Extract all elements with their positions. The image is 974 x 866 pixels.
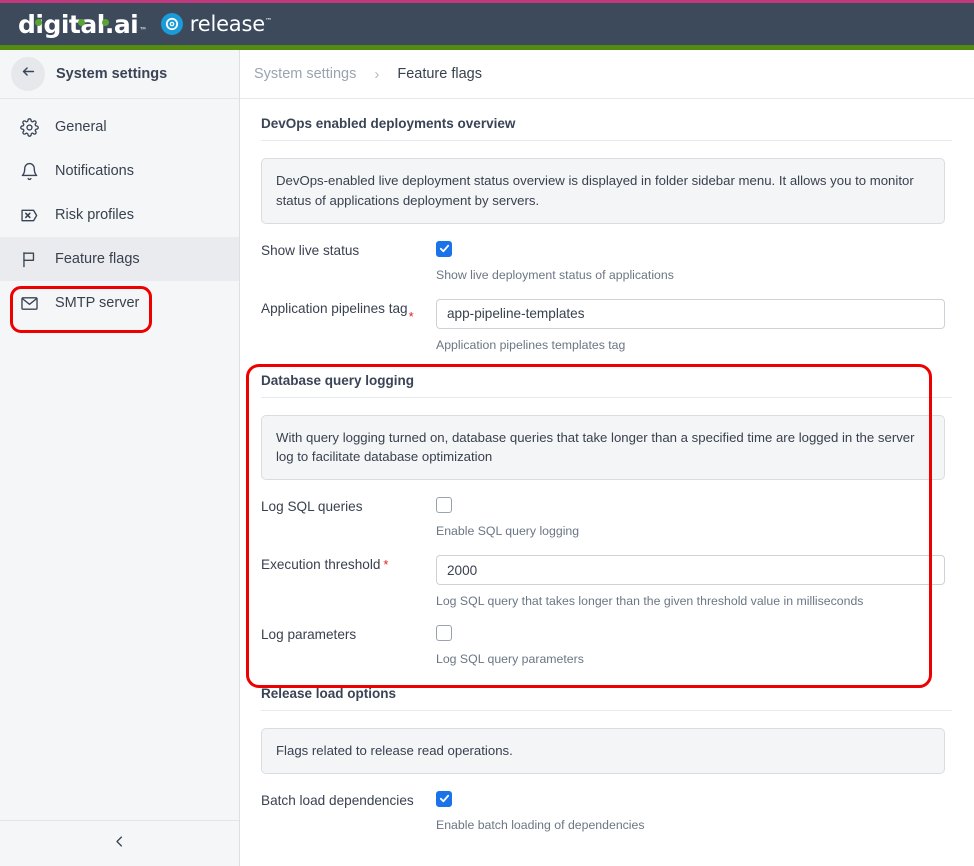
field-hint: Application pipelines templates tag — [436, 337, 626, 352]
field-control: Log SQL query that takes longer than the… — [436, 555, 945, 608]
field-hint: Log SQL query parameters — [436, 652, 584, 667]
sidebar-item-label: General — [55, 119, 107, 135]
field-label: Application pipelines tag* — [261, 299, 436, 352]
digital-ai-logo[interactable]: digital.ai™ — [18, 10, 147, 39]
field-label-text: Application pipelines tag — [261, 300, 408, 316]
required-marker: * — [408, 308, 414, 324]
field-label: Log SQL queries — [261, 499, 363, 515]
breadcrumb-current: Feature flags — [397, 66, 482, 82]
field-batch-load-dependencies: Batch load dependencies Enable batch loa… — [254, 774, 952, 832]
release-product-name: release™ — [189, 12, 272, 36]
field-control: Application pipelines templates tag — [436, 298, 945, 352]
section-description: With query logging turned on, database q… — [261, 414, 945, 481]
risk-profile-icon — [19, 205, 39, 225]
section-divider — [261, 396, 952, 398]
field-execution-threshold: Execution threshold* Log SQL query that … — [254, 538, 952, 608]
field-control: Log SQL query parameters — [436, 625, 945, 666]
chevron-left-icon — [112, 834, 127, 854]
sidebar-item-label: Feature flags — [55, 251, 140, 267]
field-label: Batch load dependencies — [261, 792, 414, 808]
log-sql-queries-checkbox[interactable] — [436, 497, 452, 514]
field-label-text: Execution threshold — [261, 557, 381, 573]
sidebar-nav: General Notifications Risk profiles Feat… — [0, 99, 239, 325]
back-button[interactable] — [11, 57, 45, 91]
field-label: Show live status — [261, 242, 360, 258]
app-body: System settings General Notifications Ri… — [0, 50, 974, 866]
log-parameters-checkbox[interactable] — [436, 625, 452, 642]
sidebar-item-general[interactable]: General — [0, 105, 239, 149]
section-release-load-options: Release load options Flags related to re… — [254, 669, 952, 832]
field-log-sql-queries: Log SQL queries Enable SQL query logging — [254, 480, 952, 538]
section-divider — [261, 710, 952, 712]
application-pipelines-tag-input[interactable] — [436, 298, 945, 329]
field-show-live-status: Show live status Show live deployment st… — [254, 224, 952, 282]
section-divider — [261, 140, 952, 141]
section-title: Release load options — [261, 686, 397, 702]
logo-dot — [78, 18, 85, 26]
field-hint: Log SQL query that takes longer than the… — [436, 594, 864, 609]
section-database-query-logging: Database query logging With query loggin… — [254, 356, 952, 666]
digital-ai-logo-tm: ™ — [139, 25, 147, 35]
logo-dot — [35, 18, 42, 26]
sidebar-item-label: Notifications — [55, 163, 134, 179]
sidebar-item-risk-profiles[interactable]: Risk profiles — [0, 193, 239, 237]
sidebar-title: System settings — [56, 66, 168, 82]
field-hint: Enable batch loading of dependencies — [436, 817, 645, 832]
section-description: DevOps-enabled live deployment status ov… — [261, 158, 945, 224]
section-title: DevOps enabled deployments overview — [261, 116, 516, 131]
arrow-left-icon — [20, 63, 37, 85]
section-devops-enabled-deployments-overview: DevOps enabled deployments overview DevO… — [254, 99, 952, 352]
app-header: digital.ai™ release™ — [0, 3, 974, 45]
sidebar-item-smtp-server[interactable]: SMTP server — [0, 281, 239, 325]
logo-dot — [102, 18, 109, 26]
settings-sidebar: System settings General Notifications Ri… — [0, 50, 240, 866]
sidebar-item-notifications[interactable]: Notifications — [0, 149, 239, 193]
bell-icon — [19, 161, 39, 181]
sidebar-item-label: Risk profiles — [55, 207, 134, 223]
chevron-right-icon: › — [374, 65, 380, 83]
field-control: Enable batch loading of dependencies — [436, 790, 945, 832]
breadcrumb-parent[interactable]: System settings — [254, 66, 356, 82]
batch-load-dependencies-checkbox[interactable] — [436, 790, 452, 807]
sidebar-item-feature-flags[interactable]: Feature flags — [0, 237, 239, 281]
release-badge-icon — [160, 13, 183, 35]
execution-threshold-input[interactable] — [436, 555, 945, 586]
gear-icon — [19, 117, 39, 137]
field-control: Show live deployment status of applicati… — [436, 240, 945, 282]
breadcrumb: System settings › Feature flags — [240, 50, 974, 99]
section-title: Database query logging — [261, 372, 415, 388]
field-label: Log parameters — [261, 627, 357, 643]
envelope-icon — [19, 293, 39, 313]
flag-icon — [19, 249, 39, 269]
sidebar-header: System settings — [0, 50, 239, 99]
field-hint: Enable SQL query logging — [436, 524, 580, 539]
sidebar-collapse-button[interactable] — [0, 820, 239, 866]
release-product-logo[interactable]: release™ — [160, 12, 272, 36]
required-marker: * — [383, 557, 389, 573]
show-live-status-checkbox[interactable] — [436, 240, 452, 257]
field-application-pipelines-tag: Application pipelines tag* Application p… — [254, 282, 952, 352]
field-log-parameters: Log parameters Log SQL query parameters — [254, 608, 952, 666]
settings-form: DevOps enabled deployments overview DevO… — [240, 99, 974, 866]
sidebar-item-label: SMTP server — [55, 295, 140, 311]
field-control: Enable SQL query logging — [436, 497, 945, 538]
section-description: Flags related to release read operations… — [261, 728, 945, 774]
main-panel: System settings › Feature flags DevOps e… — [240, 50, 974, 866]
field-label: Execution threshold * — [261, 555, 436, 608]
field-hint: Show live deployment status of applicati… — [436, 267, 674, 282]
